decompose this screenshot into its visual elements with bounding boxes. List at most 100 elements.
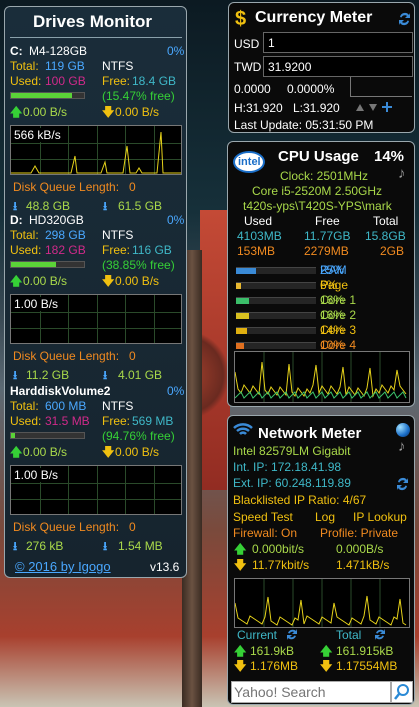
graph-scale-label: 1.00 B/s — [13, 297, 60, 311]
drive-total: 119 GB — [45, 59, 85, 73]
total-label: Total: — [10, 228, 39, 242]
drive-letter: D: — [10, 213, 23, 227]
globe-icon[interactable] — [396, 423, 410, 437]
chart-axis — [350, 77, 351, 96]
meter-value: 25% — [320, 263, 345, 277]
currency-meter-gadget: $ Currency Meter USD 1 TWD 31.9200 0.000… — [228, 2, 415, 133]
cpu-total-usage: 14% — [374, 148, 405, 165]
meter-fill — [236, 268, 256, 274]
grid-line — [68, 295, 70, 343]
drive-total: 298 GB — [45, 228, 86, 242]
read-speed: 0.00 B/s — [23, 445, 68, 459]
total-label: Total: — [10, 399, 39, 413]
change-value: 0.0000 — [234, 82, 271, 96]
drive-usage-bar — [10, 92, 85, 99]
yahoo-search-input[interactable] — [231, 681, 391, 703]
drive-usage-bar — [10, 261, 85, 268]
up-arrow-icon[interactable] — [355, 103, 365, 112]
write-total-icon: ⭳ — [103, 539, 108, 553]
cpu-model: Core i5-2520M 2.50GHz — [252, 184, 383, 198]
usage-bar-fill — [11, 262, 56, 267]
to-currency-code[interactable]: TWD — [234, 60, 261, 74]
used-label: Used: — [10, 74, 42, 88]
read-total-icon: ⭳ — [13, 199, 18, 213]
log-link[interactable]: Log — [315, 510, 335, 524]
upload-arrow-icon: 🡅 — [320, 644, 333, 658]
ram-used: 4103MB — [237, 229, 282, 243]
upload-bits: 0.000bit/s — [252, 542, 305, 556]
cpu-clock: Clock: 2501MHz — [280, 169, 369, 183]
drive-name: HD320GB — [29, 213, 84, 227]
meter-value: 16% — [320, 293, 345, 307]
drive-used: 31.5 MB — [45, 414, 90, 428]
refresh-icon[interactable] — [395, 476, 410, 492]
grid-line — [11, 482, 181, 484]
graph-scale-label: 1.00 B/s — [13, 468, 60, 482]
write-arrow-icon: 🡇 — [102, 274, 115, 288]
page-free: 2279MB — [304, 244, 349, 258]
read-arrow-icon: 🡅 — [10, 445, 23, 459]
drive-activity-percent: 0% — [167, 384, 185, 398]
to-value: 31.9200 — [268, 60, 312, 74]
music-note-icon[interactable]: ♪ — [398, 166, 406, 181]
currency-title: Currency Meter — [255, 9, 373, 26]
read-arrow-icon: 🡅 — [10, 274, 23, 288]
low-value: L:31.920 — [293, 101, 340, 115]
copyright-link[interactable]: © 2016 by Igogo — [15, 560, 111, 574]
reset-current-icon[interactable] — [285, 627, 299, 641]
used-label: Used: — [10, 243, 42, 257]
meter-fill — [236, 283, 241, 289]
meter-bar — [236, 327, 316, 334]
meter-value: 10% — [320, 338, 345, 352]
mem-header-total: Total — [373, 214, 399, 228]
disk-queue-value: 0 — [129, 349, 136, 363]
drive-total: 600 MB — [45, 399, 87, 413]
page-used: 153MB — [237, 244, 276, 258]
usage-bar-fill — [11, 433, 15, 438]
meter-bar — [236, 267, 316, 274]
network-meter-gadget: Network Meter ♪ Intel 82579LM Gigabit In… — [227, 415, 415, 705]
drive-used: 100 GB — [45, 74, 86, 88]
reset-total-icon[interactable] — [373, 627, 387, 641]
meter-value: 6% — [320, 278, 338, 292]
filesystem: NTFS — [102, 399, 134, 413]
search-button[interactable] — [391, 681, 413, 703]
network-graph — [234, 578, 410, 628]
drives-monitor-gadget: Drives Monitor C: M4-128GB 0% Total: 119 GB N… — [4, 6, 187, 578]
drive-free: 569 MB — [132, 414, 174, 428]
grid-line — [96, 466, 98, 514]
ip-lookup-link[interactable]: IP Lookup — [353, 510, 407, 524]
graph-trace — [11, 131, 181, 174]
upload-bytes: 0.000B/s — [336, 542, 384, 556]
cpu-graph — [234, 351, 410, 403]
grid-line — [11, 328, 181, 330]
from-value-input[interactable]: 1 — [263, 32, 413, 53]
refresh-icon[interactable] — [397, 11, 412, 27]
drive-activity-graph: 1.00 B/s — [10, 465, 182, 515]
meter-bar — [236, 297, 316, 304]
from-value: 1 — [268, 36, 275, 50]
write-total: 1.54 MB — [118, 539, 163, 553]
add-icon[interactable] — [382, 102, 392, 112]
disk-queue-value: 0 — [129, 180, 136, 194]
internal-ip: Int. IP: 172.18.41.98 — [233, 460, 342, 474]
version-label: v13.6 — [150, 560, 180, 574]
meter-fill — [236, 343, 244, 349]
grid-line — [125, 295, 127, 343]
from-currency-code[interactable]: USD — [234, 37, 259, 51]
read-arrow-icon: 🡅 — [10, 105, 23, 119]
speed-test-link[interactable]: Speed Test — [233, 510, 293, 524]
drive-free: 18.4 GB — [132, 74, 177, 88]
cpu-usage-gadget: intel CPU Usage 14% ♪ Clock: 2501MHz Cor… — [227, 141, 415, 407]
free-percent: (38.85% free) — [102, 258, 175, 272]
write-speed: 0.00 B/s — [115, 445, 160, 459]
read-speed: 0.00 B/s — [23, 105, 68, 119]
drive-letter: C: — [10, 44, 23, 58]
write-arrow-icon: 🡇 — [102, 105, 115, 119]
to-value-field[interactable]: 31.9200 — [263, 56, 413, 77]
down-arrow-icon[interactable] — [368, 103, 378, 112]
music-note-icon[interactable]: ♪ — [398, 439, 406, 454]
read-total: 48.8 GB — [26, 199, 71, 213]
usage-bar-fill — [11, 93, 73, 98]
free-percent: (15.47% free) — [102, 89, 175, 103]
